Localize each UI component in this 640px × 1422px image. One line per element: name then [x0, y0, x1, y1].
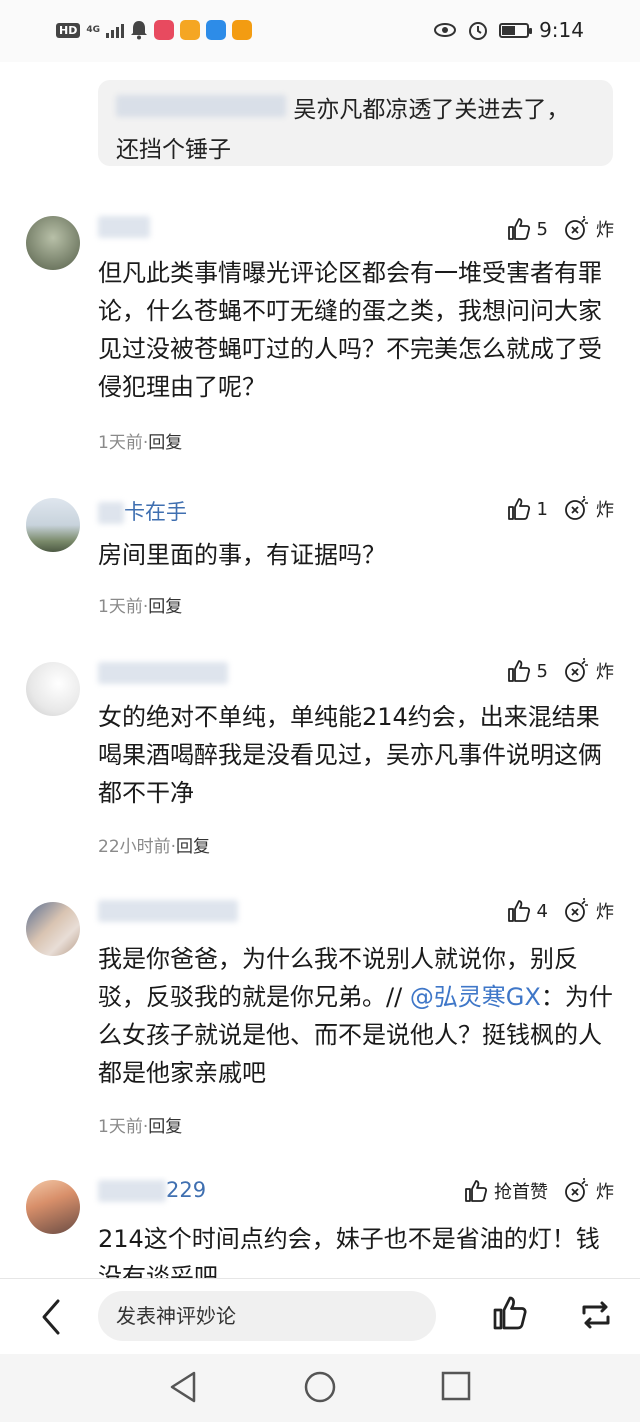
comment-time: 1天前 [98, 597, 143, 617]
bomb-button[interactable]: 炸 [564, 216, 614, 242]
reply-button[interactable]: 回复 [148, 1117, 182, 1137]
bottom-action-bar: 发表神评妙论 [0, 1278, 640, 1354]
signal-icon [106, 22, 124, 38]
avatar[interactable] [26, 498, 80, 552]
bomb-icon [565, 658, 588, 682]
comment-body: 214这个时间点约会，妹子也不是省油的灯！钱没有谈妥吧 [98, 1225, 600, 1278]
clock: 9:14 [539, 18, 584, 42]
comment-meta: 1天前·回复 [98, 433, 183, 453]
comment-body: 但凡此类事情曝光评论区都会有一堆受害者有罪论，什么苍蝇不叮无缝的蛋之类，我想问问… [98, 259, 602, 401]
status-bar: HD 4G 9:14 [0, 0, 640, 62]
bomb-label: 炸 [596, 902, 614, 923]
thumbs-up-icon[interactable] [492, 1295, 528, 1331]
eye-icon [434, 23, 457, 37]
comment-time: 1天前 [98, 1117, 143, 1137]
username-text: 229 [166, 1178, 207, 1202]
reply-button[interactable]: 回复 [148, 433, 182, 453]
username[interactable]: 229 [98, 1178, 206, 1206]
video-app-icon [180, 20, 200, 40]
thumbs-up-icon [507, 660, 530, 682]
comment-meta: 1天前·回复 [98, 1117, 183, 1137]
bomb-button[interactable]: 炸 [564, 898, 614, 924]
blurred-username [116, 95, 286, 117]
bomb-label: 炸 [596, 500, 614, 521]
thumbs-up-icon [465, 1180, 488, 1202]
avatar[interactable] [26, 902, 80, 956]
heart-app-icon [232, 20, 252, 40]
avatar[interactable] [26, 662, 80, 716]
comment-body: 房间里面的事，有证据吗？ [98, 541, 386, 569]
username[interactable] [98, 660, 228, 688]
repost-icon[interactable] [578, 1297, 614, 1333]
comment-body: 我是你爸爸，为什么我不说别人就说你，别反驳，反驳我的就是你兄弟。// @弘灵寒G… [98, 940, 618, 1092]
quoted-reply[interactable]: 吴亦凡都凉透了关进去了， 还挡个锤子 [98, 80, 613, 166]
bomb-label: 炸 [596, 662, 614, 683]
quote-text-line2: 还挡个锤子 [116, 137, 231, 163]
nav-home-icon[interactable] [303, 1370, 337, 1404]
battery-icon [499, 22, 533, 38]
username-text: 卡在手 [124, 500, 187, 524]
bomb-icon [565, 1178, 588, 1202]
comment-body: 女的绝对不单纯，单纯能214约会，出来混结果喝果酒喝醉我是没看见过，吴亦凡事件说… [98, 703, 602, 807]
like-button[interactable]: 5 [507, 659, 548, 683]
hd-indicator: HD [56, 22, 81, 38]
bomb-button[interactable]: 炸 [564, 1178, 614, 1204]
reply-button[interactable]: 回复 [148, 597, 182, 617]
comment-time: 1天前 [98, 433, 143, 453]
comment-input[interactable]: 发表神评妙论 [98, 1291, 436, 1341]
comment-item: 229 抢首赞 炸 214这个时间点约会，妹子也不是省油的灯！钱没有谈妥吧 [0, 1176, 640, 1278]
nav-recents-icon[interactable] [440, 1370, 472, 1402]
like-count: 5 [536, 660, 548, 682]
bell-icon [131, 21, 147, 40]
comment-time: 22小时前 [98, 837, 171, 857]
thumbs-up-icon [507, 900, 530, 922]
bomb-icon [565, 898, 588, 922]
back-arrow-icon[interactable] [36, 1297, 68, 1337]
comment-meta: 22小时前·回复 [98, 837, 211, 857]
nav-back-icon[interactable] [168, 1370, 198, 1404]
first-like-label: 抢首赞 [494, 1182, 548, 1203]
bomb-button[interactable]: 炸 [564, 658, 614, 684]
username[interactable]: 卡在手 [98, 496, 187, 524]
bomb-label: 炸 [596, 220, 614, 241]
alarm-icon [469, 22, 488, 40]
username[interactable] [98, 214, 150, 242]
comment-meta: 1天前·回复 [98, 597, 183, 617]
avatar[interactable] [26, 216, 80, 270]
quote-text-line1: 吴亦凡都凉透了关进去了， [293, 97, 570, 123]
mention-link[interactable]: @弘灵寒GX [410, 983, 541, 1011]
reply-button[interactable]: 回复 [176, 837, 210, 857]
book-app-icon [154, 20, 174, 40]
bomb-label: 炸 [596, 1182, 614, 1203]
like-count: 5 [536, 218, 548, 240]
like-count: 1 [536, 498, 548, 520]
system-nav-bar [0, 1354, 640, 1422]
avatar[interactable] [26, 1180, 80, 1234]
like-button[interactable]: 4 [507, 899, 548, 923]
bomb-icon [565, 496, 588, 520]
thumbs-up-icon [507, 218, 530, 240]
bomb-button[interactable]: 炸 [564, 496, 614, 522]
like-button[interactable]: 1 [507, 497, 548, 521]
username[interactable] [98, 898, 238, 926]
like-button[interactable]: 5 [507, 217, 548, 241]
thumbs-up-icon [507, 498, 530, 520]
bird-app-icon [206, 20, 226, 40]
like-button[interactable]: 抢首赞 [464, 1178, 548, 1204]
network-type: 4G [86, 24, 100, 35]
like-count: 4 [536, 900, 548, 922]
bomb-icon [565, 216, 588, 240]
